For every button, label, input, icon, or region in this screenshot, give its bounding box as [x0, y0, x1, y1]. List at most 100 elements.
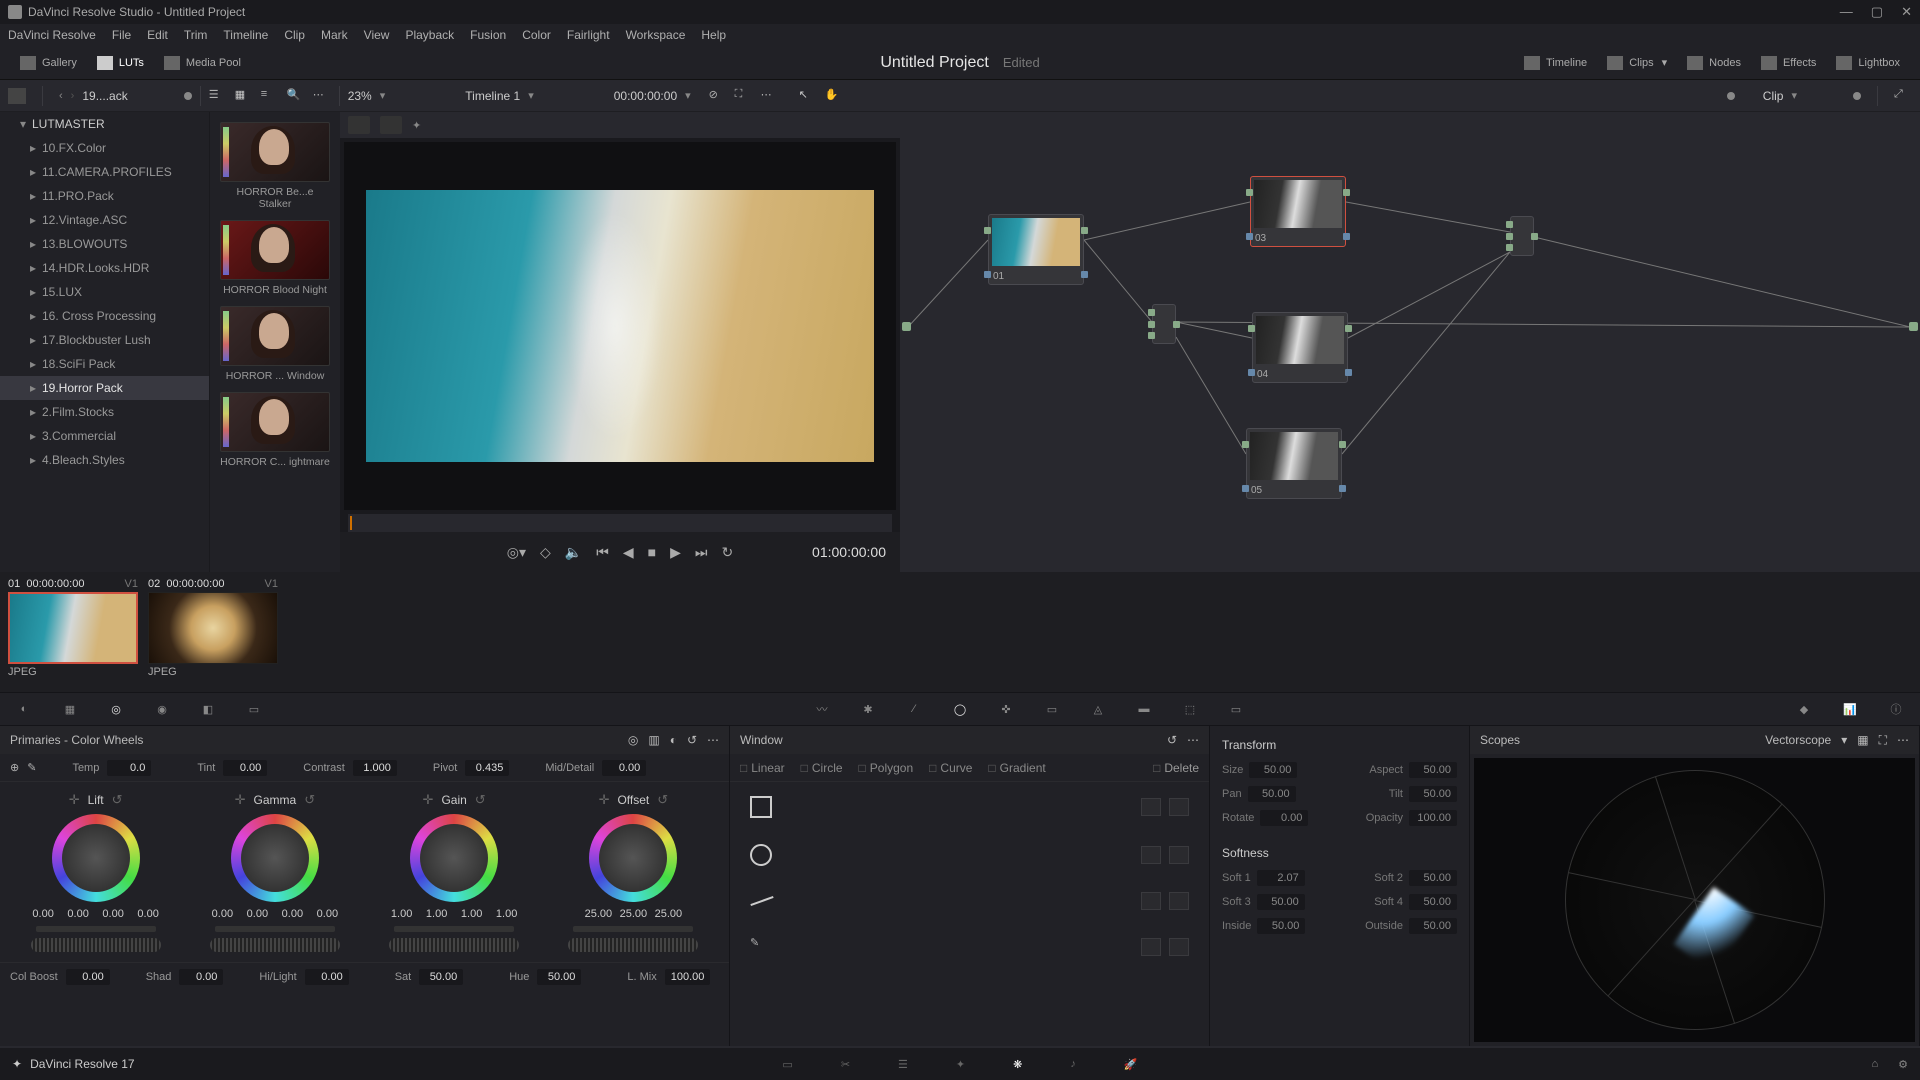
menu-mark[interactable]: Mark [321, 28, 348, 42]
loop-mode-icon[interactable]: ↻ [721, 544, 733, 561]
chevron-down-icon[interactable]: ▾ [528, 89, 534, 102]
page-color[interactable]: ❋ [1013, 1058, 1022, 1071]
list-view-icon[interactable]: ≡ [261, 88, 279, 104]
param-value[interactable]: 50.00 [1409, 870, 1457, 886]
loop-icon[interactable]: ◎▾ [507, 544, 526, 561]
pivot-value[interactable]: 0.435 [465, 760, 509, 776]
shape-toggle-invert[interactable] [1169, 846, 1189, 864]
lut-folder[interactable]: ▸18.SciFi Pack [0, 352, 209, 376]
tracker-icon[interactable]: ✜ [996, 700, 1016, 718]
shape-pen[interactable]: ✎ [740, 932, 1199, 962]
color-node[interactable]: 04 [1252, 312, 1348, 383]
minimize-button[interactable]: — [1840, 4, 1853, 20]
param-value[interactable]: 100.00 [1409, 810, 1457, 826]
param-value[interactable]: 50.00 [1409, 762, 1457, 778]
pointer-icon[interactable]: ↖ [799, 88, 817, 104]
more-icon[interactable]: ⋯ [313, 88, 331, 104]
mediapool-button[interactable]: Media Pool [154, 52, 251, 74]
hue-value[interactable]: 50.00 [537, 969, 581, 985]
key-icon[interactable]: ▬ [1134, 700, 1154, 718]
maximize-button[interactable]: ▢ [1871, 4, 1883, 20]
window-tab-circle[interactable]: □Circle [801, 761, 843, 775]
scope-mode[interactable]: Vectorscope [1765, 733, 1831, 748]
viewer-opt-1[interactable] [348, 116, 370, 134]
lut-folder[interactable]: ▸11.PRO.Pack [0, 184, 209, 208]
wheel-value[interactable]: 25.00 [582, 908, 614, 920]
transport-tc[interactable]: 01:00:00:00 [812, 544, 886, 560]
wheel-value[interactable]: 1.00 [491, 908, 523, 920]
reset-icon[interactable]: ↺ [687, 733, 697, 747]
y-slider[interactable] [36, 926, 156, 932]
settings-icon[interactable]: ⚙ [1898, 1058, 1908, 1071]
nav-fwd[interactable]: › [71, 90, 75, 102]
param-value[interactable]: 0.00 [1260, 810, 1308, 826]
lut-folder[interactable]: ▸19.Horror Pack [0, 376, 209, 400]
reset-icon[interactable]: ↺ [112, 792, 123, 808]
wheel-value[interactable]: 1.00 [421, 908, 453, 920]
qualifier-icon[interactable]: ⁄ [904, 700, 924, 718]
color-wheel[interactable] [410, 814, 498, 902]
jog-wheel[interactable] [568, 938, 698, 952]
last-frame-button[interactable]: ⏭ [695, 544, 708, 561]
source-port[interactable] [902, 322, 911, 331]
more-icon[interactable]: ⋯ [707, 733, 719, 747]
lummix-value[interactable]: 100.00 [665, 969, 711, 985]
param-value[interactable]: 50.00 [1249, 762, 1297, 778]
home-icon[interactable]: ⌂ [1871, 1058, 1878, 1071]
window-tab-delete[interactable]: □Delete [1153, 761, 1199, 775]
lut-folder[interactable]: ▸2.Film.Stocks [0, 400, 209, 424]
menu-file[interactable]: File [112, 28, 131, 42]
color-wheels-icon[interactable]: ◎ [106, 700, 126, 718]
blur-icon[interactable]: ◬ [1088, 700, 1108, 718]
chevron-down-icon[interactable]: ▾ [1791, 89, 1797, 102]
pick-white-icon[interactable]: ✎ [27, 761, 36, 774]
window-tab-linear[interactable]: □Linear [740, 761, 785, 775]
lut-thumb-item[interactable]: HORROR ... Window [220, 306, 330, 382]
pick-icon[interactable]: ✛ [235, 792, 246, 808]
param-value[interactable]: 50.00 [1257, 894, 1305, 910]
rgb-mixer-icon[interactable]: ◧ [198, 700, 218, 718]
menu-davinciresolve[interactable]: DaVinci Resolve [8, 28, 96, 42]
node-graph[interactable]: 01030405 [900, 112, 1920, 572]
nodes-button[interactable]: Nodes [1677, 52, 1751, 74]
node-mode[interactable]: Clip [1763, 89, 1784, 103]
close-button[interactable]: ✕ [1901, 4, 1912, 20]
window-tab-polygon[interactable]: □Polygon [859, 761, 914, 775]
play-button[interactable]: ▶ [670, 544, 681, 561]
colboost-value[interactable]: 0.00 [66, 969, 110, 985]
info-icon[interactable]: ⓘ [1886, 700, 1906, 718]
chevron-down-icon[interactable]: ▾ [380, 89, 386, 102]
auto-balance-icon[interactable]: ⊕ [10, 761, 19, 774]
chevron-down-icon[interactable]: ▾ [1841, 733, 1847, 748]
y-slider[interactable] [215, 926, 335, 932]
sat-value[interactable]: 50.00 [419, 969, 463, 985]
param-value[interactable]: 50.00 [1409, 918, 1457, 934]
page-fusion[interactable]: ✦ [956, 1058, 965, 1071]
lut-folder[interactable]: ▸16. Cross Processing [0, 304, 209, 328]
wheel-value[interactable]: 0.00 [132, 908, 164, 920]
lut-folder[interactable]: ▸12.Vintage.ASC [0, 208, 209, 232]
clips-button[interactable]: Clips▾ [1597, 52, 1677, 74]
menu-edit[interactable]: Edit [147, 28, 168, 42]
param-value[interactable]: 50.00 [1248, 786, 1296, 802]
menu-color[interactable]: Color [522, 28, 551, 42]
lut-folder-root[interactable]: ▾LUTMASTER [0, 112, 209, 136]
pick-icon[interactable]: ✛ [423, 792, 434, 808]
wheel-value[interactable]: 0.00 [27, 908, 59, 920]
shape-toggle-invert[interactable] [1169, 798, 1189, 816]
menu-fairlight[interactable]: Fairlight [567, 28, 610, 42]
sort-icon[interactable]: ☰ [209, 88, 227, 104]
wheel-value[interactable]: 0.00 [97, 908, 129, 920]
jog-wheel[interactable] [210, 938, 340, 952]
expand-icon[interactable]: ⛶ [735, 88, 753, 104]
menu-playback[interactable]: Playback [405, 28, 454, 42]
vectorscope-view[interactable] [1474, 758, 1915, 1042]
viewer-opt-2[interactable] [380, 116, 402, 134]
menu-workspace[interactable]: Workspace [626, 28, 686, 42]
reset-icon[interactable]: ↺ [304, 792, 315, 808]
stop-button[interactable]: ■ [648, 544, 656, 560]
y-slider[interactable] [573, 926, 693, 932]
lut-folder[interactable]: ▸4.Bleach.Styles [0, 448, 209, 472]
menu-trim[interactable]: Trim [184, 28, 208, 42]
shape-line[interactable] [740, 888, 1199, 914]
